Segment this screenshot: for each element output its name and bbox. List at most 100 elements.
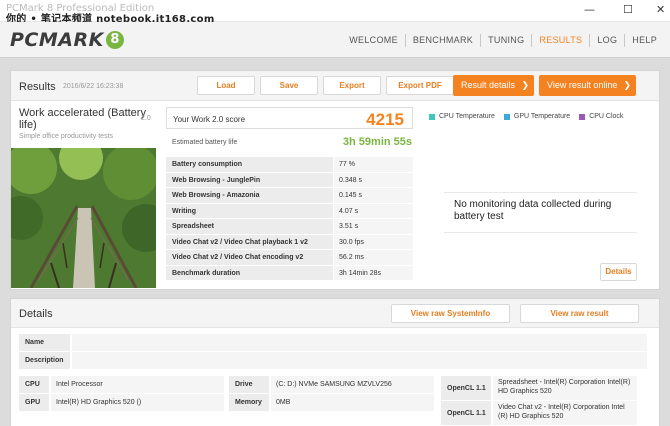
chevron-right-icon: ❯	[521, 80, 529, 90]
result-details-label: Result details	[461, 80, 516, 90]
score-value: 4215	[366, 110, 404, 129]
cpu-value: Intel Processor	[49, 376, 224, 393]
rope-bridge-image	[11, 148, 156, 288]
monitoring-message: No monitoring data collected during batt…	[444, 192, 637, 233]
nav-welcome[interactable]: WELCOME	[342, 35, 405, 45]
legend-cpu-clock[interactable]: CPU Clock	[579, 113, 623, 120]
details-title: Details	[19, 308, 53, 320]
result-details-button[interactable]: Result details ❯	[453, 75, 534, 96]
memory-label: Memory	[229, 394, 269, 411]
gpu-value: Intel(R) HD Graphics 520 ()	[49, 394, 224, 411]
gpu-label: GPU	[19, 394, 49, 411]
nav-log[interactable]: LOG	[590, 35, 624, 45]
metric-value: 0.348 s	[333, 172, 413, 187]
view-result-online-button[interactable]: View result online ❯	[539, 75, 636, 96]
close-button[interactable]: ✕	[656, 3, 665, 16]
monitoring-legend: CPU Temperature GPU Temperature CPU Cloc…	[429, 113, 632, 120]
test-version: 2.0	[141, 115, 151, 122]
app-header: PCMARK 8 WELCOME BENCHMARK TUNING RESULT…	[0, 22, 670, 58]
opencl-row: OpenCL 1.1 Spreadsheet - Intel(R) Corpor…	[441, 376, 637, 400]
logo-badge: 8	[105, 31, 124, 49]
legend-swatch-icon	[579, 113, 586, 120]
results-date: 2016/6/22 16:23:38	[63, 83, 124, 90]
metric-value: 77 %	[333, 157, 413, 172]
test-subtitle: Simple office productivity tests	[19, 133, 114, 140]
legend-swatch-icon	[503, 113, 510, 120]
results-toolbar: Results 2016/6/22 16:23:38 Load Save Exp…	[11, 71, 659, 101]
legend-label: CPU Temperature	[439, 113, 495, 120]
battery-life-value: 3h 59min 55s	[342, 136, 412, 148]
chevron-right-icon: ❯	[623, 80, 631, 90]
view-raw-systeminfo-button[interactable]: View raw SystemInfo	[391, 304, 510, 323]
metric-row: Video Chat v2 / Video Chat encoding v2 56…	[166, 250, 413, 266]
metric-label: Web Browsing - JunglePin	[166, 172, 333, 187]
description-value	[70, 352, 647, 369]
metric-value: 3.51 s	[333, 219, 413, 234]
battery-life-label: Estimated battery life	[172, 139, 238, 146]
minimize-button[interactable]: —	[584, 3, 595, 16]
metric-label: Web Browsing - Amazonia	[166, 188, 333, 203]
metric-label: Spreadsheet	[166, 219, 333, 234]
metric-row: Writing 4.07 s	[166, 203, 413, 219]
opencl-row: OpenCL 1.1 Video Chat v2 - Intel(R) Corp…	[441, 401, 637, 425]
legend-cpu-temperature[interactable]: CPU Temperature	[429, 113, 495, 120]
window-title-bar: PCMark 8 Professional Edition 你的 • 笔记本频道…	[0, 0, 670, 25]
maximize-button[interactable]: ☐	[623, 3, 633, 16]
nav-help[interactable]: HELP	[625, 35, 664, 45]
name-label: Name	[19, 334, 70, 351]
cpu-row: CPU Intel Processor	[19, 376, 224, 393]
metric-row: Spreadsheet 3.51 s	[166, 219, 413, 235]
view-online-label: View result online	[547, 80, 618, 90]
description-label: Description	[19, 352, 70, 369]
cpu-label: CPU	[19, 376, 49, 393]
drive-label: Drive	[229, 376, 269, 393]
load-button[interactable]: Load	[197, 76, 255, 95]
export-button[interactable]: Export	[323, 76, 381, 95]
details-toolbar: Details View raw SystemInfo View raw res…	[11, 299, 659, 328]
score-box: Your Work 2.0 score 4215	[166, 107, 413, 129]
results-panel: Results 2016/6/22 16:23:38 Load Save Exp…	[10, 70, 660, 290]
metric-row: Benchmark duration 3h 14min 28s	[166, 265, 413, 281]
legend-swatch-icon	[429, 113, 435, 120]
main-nav: WELCOME BENCHMARK TUNING RESULTS LOG HEL…	[342, 22, 664, 58]
legend-gpu-temperature[interactable]: GPU Temperature	[503, 113, 570, 120]
drive-value: (C: D:) NVMe SAMSUNG MZVLV256	[269, 376, 434, 393]
opencl-label: OpenCL 1.1	[441, 401, 491, 425]
opencl-value: Video Chat v2 - Intel(R) Corporation Int…	[491, 401, 637, 425]
name-value	[70, 334, 647, 351]
nav-results[interactable]: RESULTS	[532, 35, 589, 45]
results-title: Results	[19, 81, 56, 93]
memory-row: Memory 0MB	[229, 394, 434, 411]
opencl-label: OpenCL 1.1	[441, 376, 491, 400]
metric-value: 4.07 s	[333, 203, 413, 218]
pcmark-logo: PCMARK 8	[10, 29, 124, 51]
monitoring-details-button[interactable]: Details	[600, 263, 637, 281]
metric-value: 30.0 fps	[333, 234, 413, 249]
metric-value: 3h 14min 28s	[333, 265, 413, 280]
nav-benchmark[interactable]: BENCHMARK	[406, 35, 480, 45]
metrics-table: Battery consumption 77 % Web Browsing - J…	[166, 157, 413, 281]
details-panel: Details View raw SystemInfo View raw res…	[10, 298, 660, 426]
save-button[interactable]: Save	[260, 76, 318, 95]
metric-row: Video Chat v2 / Video Chat playback 1 v2…	[166, 234, 413, 250]
logo-text: PCMARK	[10, 29, 104, 51]
test-image	[11, 148, 156, 288]
gpu-row: GPU Intel(R) HD Graphics 520 ()	[19, 394, 224, 411]
metric-label: Video Chat v2 / Video Chat encoding v2	[166, 250, 333, 265]
name-row: Name	[19, 334, 647, 351]
metric-label: Battery consumption	[166, 157, 333, 172]
nav-tuning[interactable]: TUNING	[481, 35, 531, 45]
memory-value: 0MB	[269, 394, 434, 411]
metric-label: Video Chat v2 / Video Chat playback 1 v2	[166, 234, 333, 249]
metric-label: Writing	[166, 203, 333, 218]
metric-row: Battery consumption 77 %	[166, 157, 413, 173]
drive-row: Drive (C: D:) NVMe SAMSUNG MZVLV256	[229, 376, 434, 393]
metric-row: Web Browsing - Amazonia 0.145 s	[166, 188, 413, 204]
test-name: Work accelerated (Battery life)	[19, 107, 146, 131]
export-pdf-button[interactable]: Export PDF	[386, 76, 454, 95]
metric-value: 56.2 ms	[333, 250, 413, 265]
legend-label: CPU Clock	[589, 113, 624, 120]
metric-label: Benchmark duration	[166, 265, 333, 280]
description-row: Description	[19, 352, 647, 369]
view-raw-result-button[interactable]: View raw result	[520, 304, 639, 323]
